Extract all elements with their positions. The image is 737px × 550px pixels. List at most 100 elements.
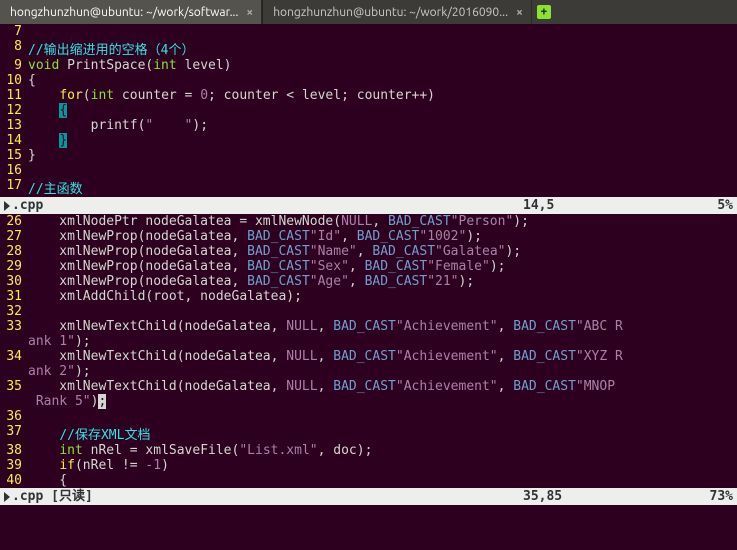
- line-number: 12: [0, 103, 28, 118]
- line-number: 33: [0, 319, 28, 334]
- code-line: 34 xmlNewTextChild(nodeGalatea, NULL, BA…: [0, 349, 737, 364]
- line-number: 27: [0, 229, 28, 244]
- line-number: 9: [0, 58, 28, 73]
- line-number: 13: [0, 118, 28, 133]
- line-number: 31: [0, 289, 28, 304]
- line-number: 28: [0, 244, 28, 259]
- line-number: [0, 364, 28, 379]
- status-cursor-pos: 35,85: [523, 488, 693, 505]
- statusline-top: .cpp 14,5 5%: [0, 197, 737, 214]
- code-text: //主函数: [28, 178, 737, 197]
- code-text: if(nRel != -1): [28, 458, 737, 473]
- status-scroll-pct: 73%: [693, 488, 733, 505]
- line-number: 7: [0, 24, 28, 39]
- line-number: 10: [0, 73, 28, 88]
- line-number: [0, 394, 28, 409]
- close-icon[interactable]: ×: [514, 6, 525, 19]
- tab-label: hongzhunzhun@ubuntu: ~/work/softwar...: [10, 6, 238, 19]
- code-text: printf(" ");: [28, 118, 737, 133]
- editor-pane-bottom[interactable]: 26 xmlNodePtr nodeGalatea = xmlNewNode(N…: [0, 214, 737, 488]
- code-line: ank 1");: [0, 334, 737, 349]
- line-number: 29: [0, 259, 28, 274]
- line-number: 32: [0, 304, 28, 319]
- code-line: 27 xmlNewProp(nodeGalatea, BAD_CAST"Id",…: [0, 229, 737, 244]
- code-text: xmlAddChild(root, nodeGalatea);: [28, 289, 737, 304]
- status-filename: .cpp: [12, 198, 43, 213]
- line-number: 35: [0, 379, 28, 394]
- line-number: 26: [0, 214, 28, 229]
- code-line: 28 xmlNewProp(nodeGalatea, BAD_CAST"Name…: [0, 244, 737, 259]
- status-readonly: [只读]: [43, 489, 92, 504]
- code-line: 11 for(int counter = 0; counter < level;…: [0, 88, 737, 103]
- line-number: 15: [0, 148, 28, 163]
- code-line: 35 xmlNewTextChild(nodeGalatea, NULL, BA…: [0, 379, 737, 394]
- code-line: 9void PrintSpace(int level): [0, 58, 737, 73]
- line-number: 36: [0, 409, 28, 424]
- close-icon[interactable]: ×: [244, 6, 255, 19]
- code-line: 10{: [0, 73, 737, 88]
- terminal-tab-bar: hongzhunzhun@ubuntu: ~/work/softwar... ×…: [0, 0, 737, 24]
- code-text: xmlNewProp(nodeGalatea, BAD_CAST"Id", BA…: [28, 229, 737, 244]
- code-line: 30 xmlNewProp(nodeGalatea, BAD_CAST"Age"…: [0, 274, 737, 289]
- code-line: 38 int nRel = xmlSaveFile("List.xml", do…: [0, 443, 737, 458]
- code-text: xmlNewTextChild(nodeGalatea, NULL, BAD_C…: [28, 319, 737, 334]
- code-text: [28, 304, 737, 319]
- plus-icon: +: [537, 5, 551, 19]
- line-number: 11: [0, 88, 28, 103]
- code-line: 17//主函数: [0, 178, 737, 197]
- line-number: [0, 334, 28, 349]
- arrow-right-icon: [4, 492, 10, 502]
- code-text: xmlNewProp(nodeGalatea, BAD_CAST"Name", …: [28, 244, 737, 259]
- code-text: {: [28, 73, 737, 88]
- terminal-tab-1[interactable]: hongzhunzhun@ubuntu: ~/work/softwar... ×: [0, 0, 262, 24]
- code-line: 31 xmlAddChild(root, nodeGalatea);: [0, 289, 737, 304]
- arrow-right-icon: [4, 201, 10, 211]
- code-text: }: [28, 148, 737, 163]
- line-number: 17: [0, 178, 28, 197]
- code-text: }: [28, 133, 737, 148]
- line-number: 16: [0, 163, 28, 178]
- code-text: ank 1");: [28, 334, 737, 349]
- code-line: 7: [0, 24, 737, 39]
- line-number: 37: [0, 424, 28, 443]
- code-text: //输出缩进用的空格（4个）: [28, 39, 737, 58]
- line-number: 39: [0, 458, 28, 473]
- code-line: 13 printf(" ");: [0, 118, 737, 133]
- line-number: 40: [0, 473, 28, 488]
- code-text: [28, 409, 737, 424]
- code-line: 32: [0, 304, 737, 319]
- statusline-bottom: .cpp [只读] 35,85 73%: [0, 488, 737, 505]
- code-text: xmlNewTextChild(nodeGalatea, NULL, BAD_C…: [28, 379, 737, 394]
- code-text: xmlNewTextChild(nodeGalatea, NULL, BAD_C…: [28, 349, 737, 364]
- new-tab-button[interactable]: +: [532, 0, 556, 24]
- code-line: 15}: [0, 148, 737, 163]
- code-line: 40 {: [0, 473, 737, 488]
- code-text: xmlNodePtr nodeGalatea = xmlNewNode(NULL…: [28, 214, 737, 229]
- code-line: 12 {: [0, 103, 737, 118]
- code-text: {: [28, 103, 737, 118]
- tab-label: hongzhunzhun@ubuntu: ~/work/2016090...: [273, 6, 508, 19]
- code-text: for(int counter = 0; counter < level; co…: [28, 88, 737, 103]
- code-line: 26 xmlNodePtr nodeGalatea = xmlNewNode(N…: [0, 214, 737, 229]
- line-number: 38: [0, 443, 28, 458]
- code-text: xmlNewProp(nodeGalatea, BAD_CAST"Age", B…: [28, 274, 737, 289]
- line-number: 8: [0, 39, 28, 58]
- code-line: ank 2");: [0, 364, 737, 379]
- terminal-tab-2[interactable]: hongzhunzhun@ubuntu: ~/work/2016090... ×: [263, 0, 532, 24]
- line-number: 30: [0, 274, 28, 289]
- code-line: 37 //保存XML文档: [0, 424, 737, 443]
- status-scroll-pct: 5%: [693, 197, 733, 214]
- code-text: [28, 163, 737, 178]
- code-line: 29 xmlNewProp(nodeGalatea, BAD_CAST"Sex"…: [0, 259, 737, 274]
- editor-pane-top[interactable]: 78//输出缩进用的空格（4个）9void PrintSpace(int lev…: [0, 24, 737, 197]
- code-text: ank 2");: [28, 364, 737, 379]
- code-text: //保存XML文档: [28, 424, 737, 443]
- code-text: void PrintSpace(int level): [28, 58, 737, 73]
- code-text: int nRel = xmlSaveFile("List.xml", doc);: [28, 443, 737, 458]
- status-cursor-pos: 14,5: [523, 197, 693, 214]
- code-line: 39 if(nRel != -1): [0, 458, 737, 473]
- code-line: 36: [0, 409, 737, 424]
- code-text: xmlNewProp(nodeGalatea, BAD_CAST"Sex", B…: [28, 259, 737, 274]
- code-text: [28, 24, 737, 39]
- code-line: 16: [0, 163, 737, 178]
